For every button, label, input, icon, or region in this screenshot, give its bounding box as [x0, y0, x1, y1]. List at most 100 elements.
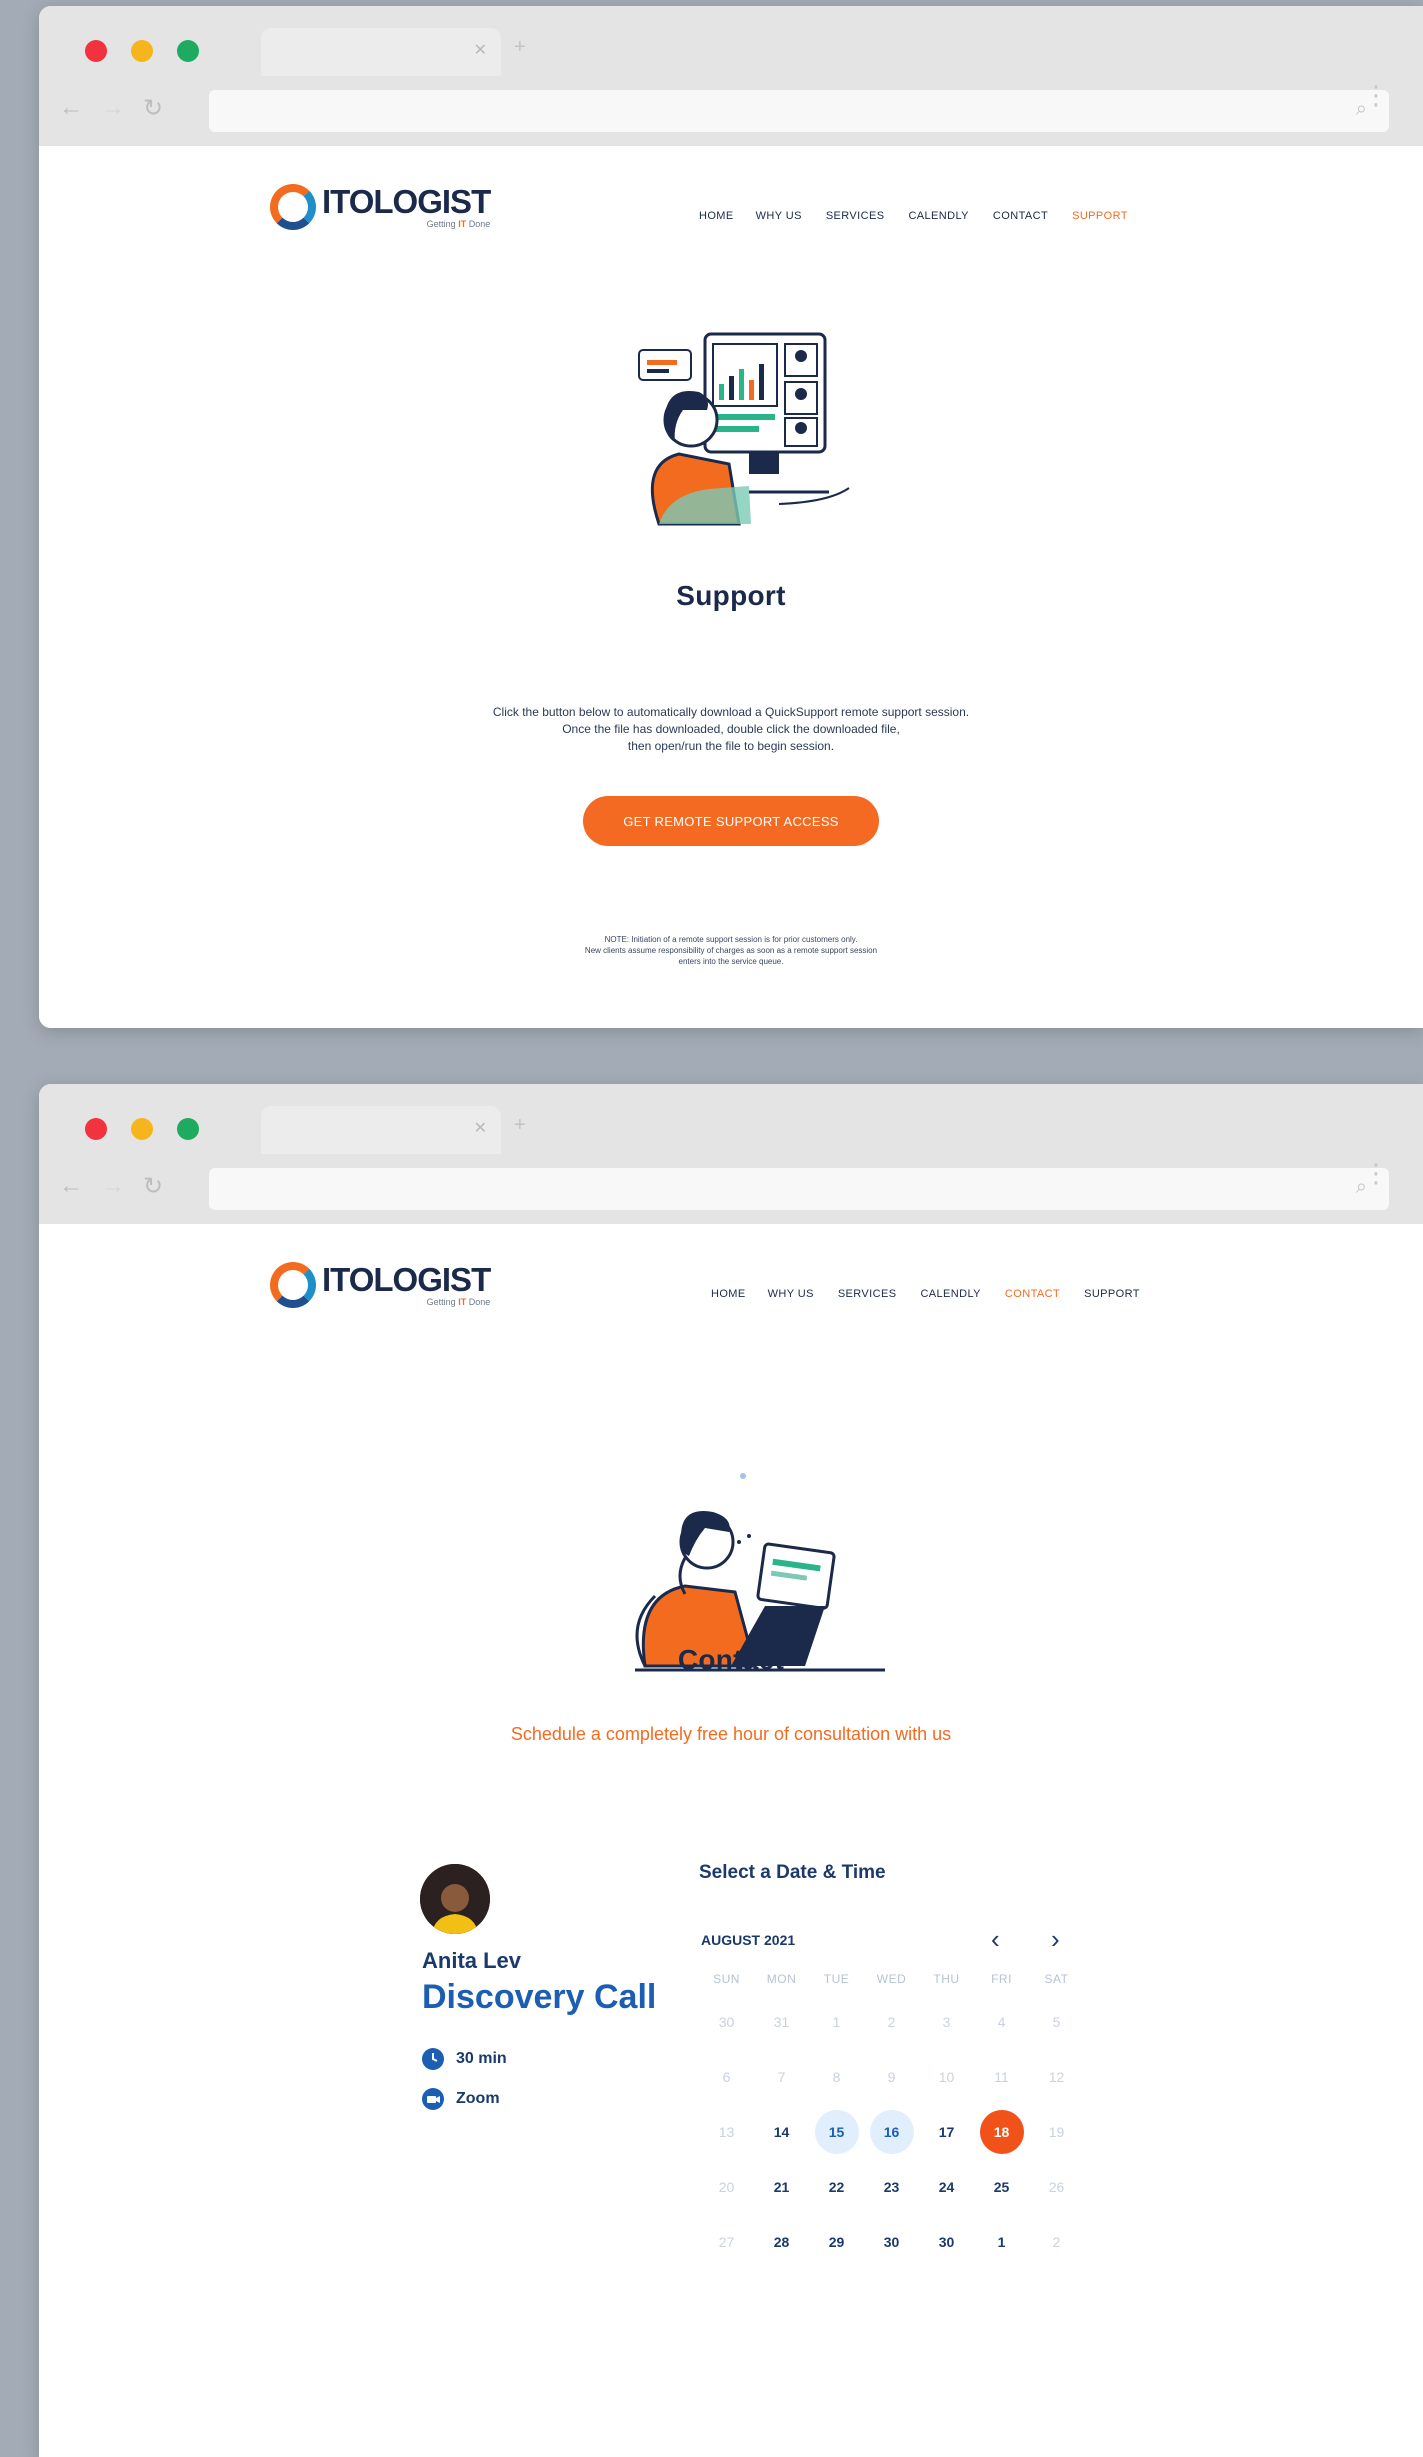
nav-calendly[interactable]: CALENDLY: [920, 1288, 980, 1300]
calendar-day[interactable]: 23: [864, 2179, 919, 2195]
new-tab-icon[interactable]: +: [514, 1114, 526, 1137]
reload-icon[interactable]: ↻: [143, 1172, 163, 1201]
calendar-day[interactable]: 30: [864, 2234, 919, 2250]
page-title: Support: [676, 580, 786, 611]
nav-contact[interactable]: CONTACT: [993, 210, 1048, 222]
site-logo[interactable]: ITOLOGIST Getting IT Done: [270, 1260, 491, 1308]
calendar-day-selected[interactable]: 18: [974, 2109, 1029, 2154]
calendar-day: 2: [1052, 2233, 1061, 2250]
calendar-day: 11: [994, 2068, 1009, 2085]
nav-home[interactable]: HOME: [711, 1288, 746, 1300]
main-nav: HOME WHY US SERVICES CALENDLY CONTACT SU…: [699, 210, 1128, 222]
browser-tab[interactable]: ✕: [261, 1106, 501, 1154]
consultation-subtitle: Schedule a completely free hour of consu…: [510, 1724, 952, 1744]
chevron-right-icon[interactable]: ›: [1051, 1924, 1060, 1955]
calendar-day: 30: [718, 2013, 735, 2030]
browser-menu-icon[interactable]: ⋮: [1363, 82, 1389, 108]
calendar-day[interactable]: 15: [809, 2109, 864, 2154]
nav-why-us[interactable]: WHY US: [768, 1288, 814, 1300]
calendar-day[interactable]: 1: [974, 2234, 1029, 2250]
calendar-weeks: 30 31 1 2 3 4 5 6 7 8 9 10 11 12 13 14 15 16 17 18 19 20 21 22 2…: [699, 1994, 1099, 2269]
browser-chrome: ✕ + ← → ↻ ⌕ ⋮: [39, 1084, 1423, 1224]
logo-title: ITOLOGIST: [322, 1260, 491, 1298]
minimize-window-button[interactable]: [131, 1118, 153, 1140]
event-name: Discovery Call: [422, 1978, 657, 2016]
calendar-day: 7: [777, 2068, 786, 2085]
calendar-week-row: 27 28 29 30 30 1 2: [699, 2214, 1099, 2269]
browser-tab[interactable]: ✕: [261, 28, 501, 76]
calendar-day[interactable]: 28: [754, 2234, 809, 2250]
nav-support[interactable]: SUPPORT: [1084, 1288, 1140, 1300]
calendar-day[interactable]: 17: [919, 2124, 974, 2140]
back-arrow-icon[interactable]: ←: [59, 1172, 83, 1200]
support-illustration: [638, 332, 850, 526]
support-note: NOTE: Initiation of a remote support ses…: [584, 935, 878, 966]
calendar-heading: Select a Date & Time: [699, 1862, 886, 1883]
calendar-day[interactable]: 14: [754, 2124, 809, 2140]
calendar-day: 6: [722, 2068, 731, 2085]
logo-title: ITOLOGIST: [322, 182, 491, 220]
back-arrow-icon[interactable]: ←: [59, 94, 83, 122]
calendar-week-row: 6 7 8 9 10 11 12: [699, 2049, 1099, 2104]
nav-calendly[interactable]: CALENDLY: [908, 210, 968, 222]
calendar-day[interactable]: 21: [754, 2179, 809, 2195]
weekday-label: THU: [933, 1972, 960, 1986]
clock-icon: [422, 2048, 444, 2070]
nav-services[interactable]: SERVICES: [838, 1288, 897, 1300]
weekday-label: TUE: [823, 1972, 850, 1986]
nav-support[interactable]: SUPPORT: [1072, 210, 1128, 222]
calendar-day[interactable]: 16: [864, 2109, 919, 2154]
logo-tagline: Getting IT Done: [426, 218, 491, 229]
host-name: Anita Lev: [422, 1948, 522, 1973]
browser-window-contact: ✕ + ← → ↻ ⌕ ⋮ ITOLOGIST Getting IT Done …: [39, 1084, 1423, 2457]
calendar-day: 27: [718, 2233, 735, 2250]
nav-home[interactable]: HOME: [699, 210, 734, 222]
calendar-day: 8: [832, 2068, 841, 2085]
nav-contact[interactable]: CONTACT: [1005, 1288, 1060, 1300]
browser-menu-icon[interactable]: ⋮: [1363, 1160, 1389, 1186]
calendar-month: AUGUST 2021: [701, 1932, 796, 1948]
logo-tagline: Getting IT Done: [426, 1296, 491, 1307]
calendar-day: 12: [1048, 2068, 1065, 2085]
logo-mark-icon: [270, 184, 316, 230]
get-remote-support-button[interactable]: GET REMOTE SUPPORT ACCESS: [583, 796, 879, 846]
event-duration: 30 min: [422, 2048, 507, 2070]
calendar-day[interactable]: 24: [919, 2179, 974, 2195]
close-window-button[interactable]: [85, 1118, 107, 1140]
forward-arrow-icon[interactable]: →: [101, 94, 125, 122]
calendar-day[interactable]: 30: [919, 2234, 974, 2250]
close-window-button[interactable]: [85, 40, 107, 62]
minimize-window-button[interactable]: [131, 40, 153, 62]
weekday-label: SUN: [713, 1972, 740, 1986]
address-bar[interactable]: ⌕: [209, 90, 1389, 132]
calendar-day: 10: [938, 2068, 955, 2085]
logo-mark-icon: [270, 1262, 316, 1308]
main-nav: HOME WHY US SERVICES CALENDLY CONTACT SU…: [711, 1288, 1140, 1300]
nav-why-us[interactable]: WHY US: [756, 210, 802, 222]
reload-icon[interactable]: ↻: [143, 94, 163, 123]
calendar-day[interactable]: 22: [809, 2179, 864, 2195]
close-tab-icon[interactable]: ✕: [474, 40, 487, 60]
calendar-week-row: 20 21 22 23 24 25 26: [699, 2159, 1099, 2214]
close-tab-icon[interactable]: ✕: [474, 1118, 487, 1138]
site-logo[interactable]: ITOLOGIST Getting IT Done: [270, 182, 491, 230]
support-page: ITOLOGIST Getting IT Done HOME WHY US SE…: [39, 146, 1423, 1028]
weekday-label: WED: [876, 1972, 907, 1986]
forward-arrow-icon[interactable]: →: [101, 1172, 125, 1200]
maximize-window-button[interactable]: [177, 1118, 199, 1140]
calendar-day: 1: [832, 2013, 841, 2030]
page-title: Contact: [677, 1644, 785, 1675]
window-controls: [85, 1118, 199, 1140]
chevron-left-icon[interactable]: ‹: [991, 1924, 1000, 1955]
calendar-day[interactable]: 29: [809, 2234, 864, 2250]
nav-services[interactable]: SERVICES: [826, 210, 885, 222]
video-camera-icon: [422, 2088, 444, 2110]
browser-toolbar: ← → ↻ ⌕ ⋮: [39, 82, 1423, 142]
calendar-day[interactable]: 25: [974, 2179, 1029, 2195]
calendar-day: 5: [1052, 2013, 1061, 2030]
calendar-day: 9: [887, 2068, 896, 2085]
calendar-day: 26: [1048, 2178, 1065, 2195]
maximize-window-button[interactable]: [177, 40, 199, 62]
new-tab-icon[interactable]: +: [514, 36, 526, 59]
address-bar[interactable]: ⌕: [209, 1168, 1389, 1210]
